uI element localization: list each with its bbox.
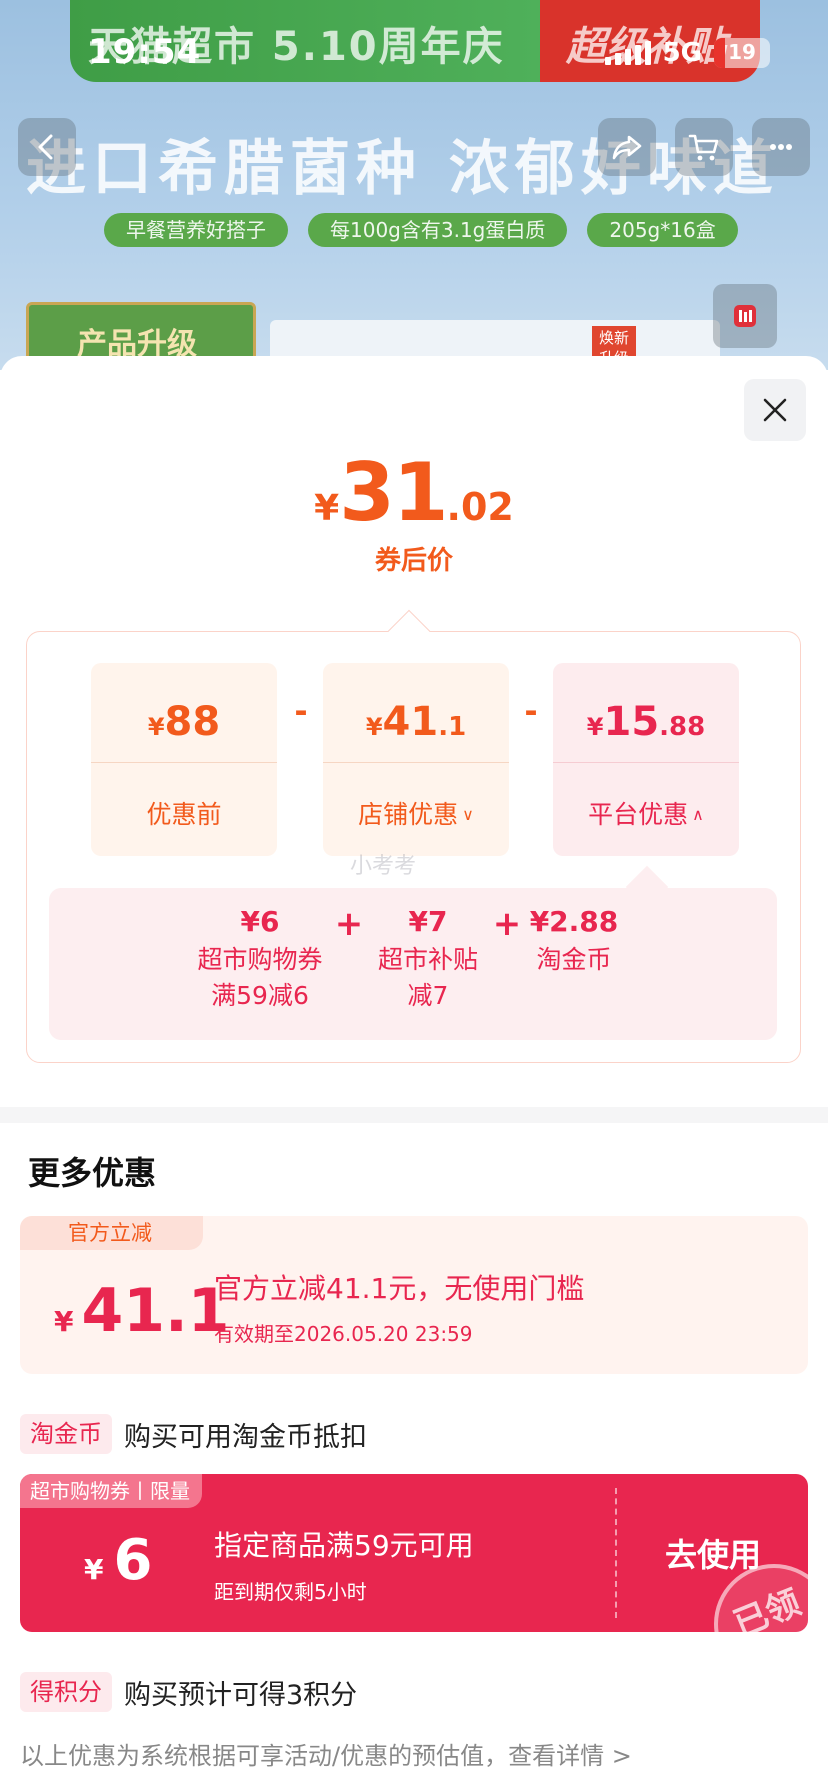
feature-pill: 早餐营养好搭子 (104, 213, 288, 247)
amount-integer: 41 (382, 699, 439, 745)
official-discount-tag: 官方立减 (20, 1216, 203, 1250)
coupon-title: 指定商品满59元可用 (214, 1529, 474, 1562)
pause-button[interactable] (713, 284, 777, 348)
shop-discount-label: 店铺优惠 (358, 800, 459, 829)
cart-button[interactable] (675, 118, 733, 176)
coupon-tag: 超市购物券丨限量 (20, 1474, 202, 1508)
supermarket-coupon: 超市购物券丨限量 ¥6 指定商品满59元可用 距到期仅剩5小时 去使用 已领 (20, 1474, 808, 1632)
battery-icon: 19 (714, 38, 770, 68)
platform-item-title: 淘金币 (536, 945, 612, 974)
amount-value: 41.1 (81, 1276, 230, 1346)
currency-symbol: ¥ (586, 713, 604, 741)
signal-icon (604, 41, 651, 65)
currency-symbol: ¥ (147, 713, 165, 741)
more-button[interactable] (752, 118, 810, 176)
coupon-expiry: 距到期仅剩5小时 (214, 1580, 367, 1604)
platform-item-title: 超市购物券 (197, 945, 323, 974)
card-divider (553, 762, 739, 763)
platform-item-coupon: ¥6 超市购物券 满59减6 (190, 905, 330, 1014)
close-button[interactable] (744, 379, 806, 441)
platform-discount-amount: ¥15.88 (553, 699, 739, 745)
platform-item-value: ¥7 (408, 905, 448, 938)
section-divider (0, 1107, 828, 1123)
official-discount-amount: ¥41.1 (54, 1276, 230, 1346)
platform-item-subsidy: ¥7 超市补贴 减7 (368, 905, 488, 1014)
shop-discount-amount: ¥41.1 (323, 699, 509, 745)
use-coupon-button[interactable]: 去使用 (665, 1530, 761, 1576)
original-price-card: ¥88 优惠前 (91, 663, 277, 856)
final-price: ¥31.02 (0, 446, 828, 539)
currency-symbol: ¥ (54, 1305, 74, 1338)
cart-icon (688, 134, 719, 161)
original-price-label: 优惠前 (146, 800, 222, 829)
share-icon (612, 135, 642, 160)
more-dots-icon (770, 144, 792, 150)
shop-discount-card[interactable]: ¥41.1 店铺优惠 ∨ (323, 663, 509, 856)
back-button[interactable] (18, 118, 76, 176)
taojin-chip: 淘金币 (20, 1414, 112, 1454)
product-feature-pills: 早餐营养好搭子 每100g含有3.1g蛋白质 205g*16盒 (104, 213, 738, 247)
product-headline: 进口希腊菌种 浓郁好味道 (26, 134, 779, 204)
battery-percent: 19 (728, 40, 756, 64)
card-divider (91, 762, 277, 763)
close-icon (763, 398, 787, 422)
points-row: 得积分 购买预计可得3积分 (20, 1672, 357, 1712)
minus-sign: - (294, 692, 308, 730)
estimate-note-link[interactable]: 以上优惠为系统根据可享活动/优惠的预估值，查看详情 > (20, 1736, 632, 1771)
status-indicators: 5G 19 (604, 38, 770, 68)
final-price-caption: 券后价 (374, 546, 453, 576)
points-chip: 得积分 (20, 1672, 112, 1712)
platform-item-title: 超市补贴 (377, 945, 478, 974)
platform-discount-card[interactable]: ¥15.88 平台优惠 ∧ (553, 663, 739, 856)
currency-symbol: ¥ (365, 713, 383, 741)
platform-item-subtitle: 减7 (407, 981, 449, 1010)
watermark: 小考考 (350, 854, 417, 879)
network-type: 5G (662, 38, 702, 68)
platform-item-value: ¥2.88 (529, 905, 619, 938)
platform-item-taojin: ¥2.88 淘金币 (524, 905, 624, 978)
final-price-integer: 31 (339, 446, 448, 539)
plus-sign: + (334, 904, 364, 944)
final-price-currency: ¥ (314, 488, 340, 529)
bars-icon (734, 305, 756, 327)
amount-decimal: .1 (438, 712, 467, 742)
amount-value: 6 (113, 1528, 153, 1593)
amount-integer: 15 (603, 699, 660, 745)
feature-pill: 每100g含有3.1g蛋白质 (308, 213, 568, 247)
official-discount-title: 官方立减41.1元，无使用门槛 (214, 1272, 585, 1305)
coupon-amount: ¥6 (84, 1528, 152, 1593)
chevron-left-icon (38, 134, 53, 160)
more-offers-title: 更多优惠 (28, 1154, 157, 1192)
amount-integer: 88 (164, 699, 221, 745)
platform-item-value: ¥6 (240, 905, 280, 938)
taojin-row: 淘金币 购买可用淘金币抵扣 (20, 1414, 367, 1454)
plus-sign: + (492, 904, 522, 944)
minus-sign: - (524, 692, 538, 730)
feature-pill: 205g*16盒 (587, 213, 738, 247)
points-text: 购买预计可得3积分 (124, 1679, 358, 1711)
status-time: 19:54 (88, 32, 202, 72)
final-price-decimal: .02 (446, 485, 514, 529)
share-button[interactable] (598, 118, 656, 176)
currency-symbol: ¥ (84, 1553, 104, 1586)
shop-discount-label-row: 店铺优惠 ∨ (323, 795, 509, 831)
chevron-up-icon: ∧ (692, 805, 704, 824)
original-price-amount: ¥88 (91, 699, 277, 745)
platform-discount-label: 平台优惠 (588, 800, 689, 829)
card-divider (323, 762, 509, 763)
taojin-text: 购买可用淘金币抵扣 (124, 1421, 367, 1453)
platform-item-subtitle: 满59减6 (211, 981, 309, 1010)
amount-decimal: .88 (659, 712, 706, 742)
platform-discount-label-row: 平台优惠 ∧ (553, 795, 739, 831)
coupon-divider (615, 1488, 617, 1618)
chevron-down-icon: ∨ (462, 805, 474, 824)
official-discount-validity: 有效期至2026.05.20 23:59 (214, 1322, 473, 1346)
